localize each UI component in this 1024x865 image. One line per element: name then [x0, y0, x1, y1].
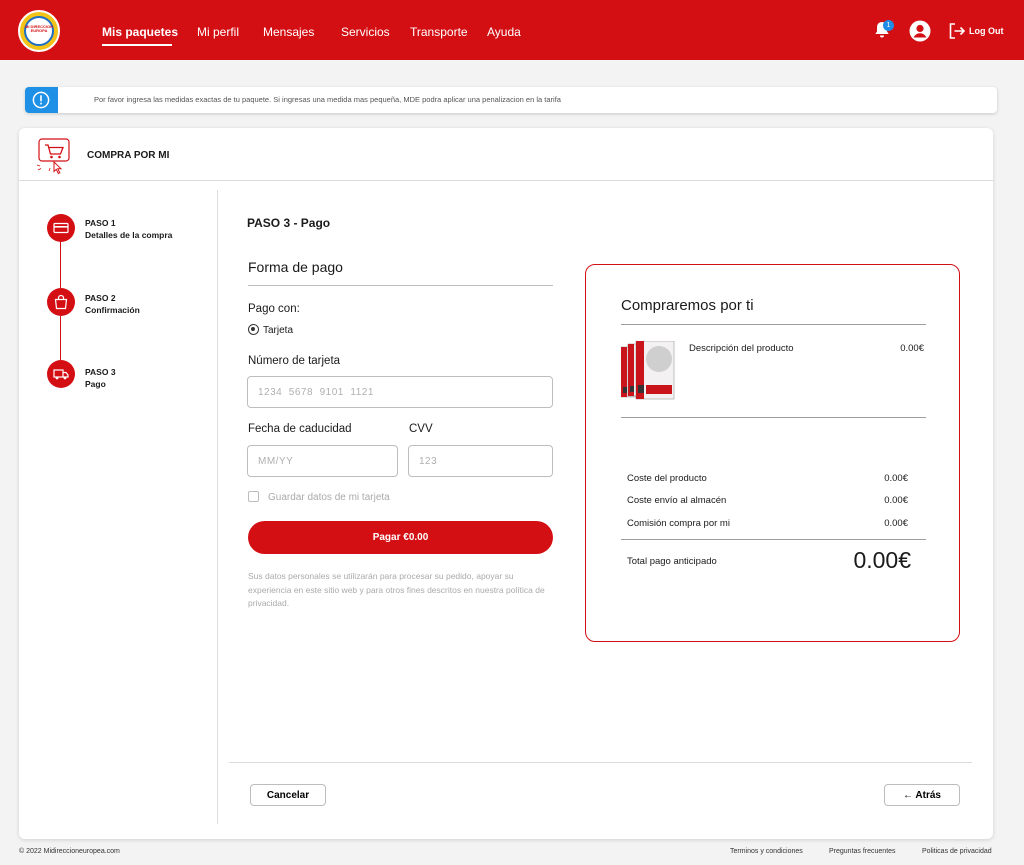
step-1-circle[interactable]: [47, 214, 75, 242]
step-connector: [60, 238, 61, 288]
cvv-input[interactable]: [408, 445, 553, 477]
step-2-circle[interactable]: [47, 288, 75, 316]
card-icon: [53, 222, 69, 234]
expiry-label: Fecha de caducidad: [248, 423, 352, 435]
footer-link-faq[interactable]: Preguntas frecuentes: [829, 848, 896, 855]
step-2-number: PASO 2: [85, 293, 116, 303]
expiry-input[interactable]: [247, 445, 398, 477]
nav-transporte[interactable]: Transporte: [410, 25, 468, 39]
back-button[interactable]: ← Atrás: [884, 784, 960, 806]
product-price: 0.00€: [900, 343, 924, 354]
payment-section-title: Forma de pago: [248, 259, 343, 275]
truck-icon: [53, 369, 69, 380]
nav-mis-paquetes[interactable]: Mis paquetes: [102, 25, 178, 39]
nav-servicios[interactable]: Servicios: [341, 25, 390, 39]
logout-icon[interactable]: [947, 21, 967, 41]
save-card-checkbox[interactable]: [248, 491, 259, 502]
card-radio-label[interactable]: Tarjeta: [263, 325, 293, 336]
notice-banner: Por favor ingresa las medidas exactas de…: [25, 87, 997, 113]
card-number-label: Número de tarjeta: [248, 355, 341, 367]
commission-row-value: 0.00€: [884, 518, 908, 529]
summary-divider: [621, 417, 926, 418]
step-3-number: PASO 3: [85, 367, 116, 377]
step-3-circle[interactable]: [47, 360, 75, 388]
total-value: 0.00€: [853, 547, 911, 573]
save-card-label[interactable]: Guardar datos de mi tarjeta: [268, 492, 390, 503]
total-label: Total pago anticipado: [627, 556, 717, 567]
cart-click-icon: [36, 138, 70, 175]
pay-button[interactable]: Pagar €0.00: [248, 521, 553, 554]
logo-text: MI DIRECCION EUROPA: [25, 24, 53, 33]
summary-divider: [621, 324, 926, 325]
footer-copyright: © 2022 Midireccioneuropea.com: [19, 848, 120, 855]
pay-with-label: Pago con:: [248, 303, 300, 315]
step-2-name: Confirmación: [85, 305, 140, 315]
section-divider: [248, 285, 553, 286]
card-number-input[interactable]: [247, 376, 553, 408]
info-icon: [32, 91, 50, 109]
step-1-number: PASO 1: [85, 218, 116, 228]
cost-row-value: 0.00€: [884, 473, 908, 484]
step-3-name: Pago: [85, 379, 106, 389]
product-image: [621, 341, 675, 400]
nav-mensajes[interactable]: Mensajes: [263, 25, 314, 39]
purchase-card: COMPRA POR MI PASO 1 Detalles de la comp…: [19, 128, 993, 839]
cvv-label: CVV: [409, 423, 433, 435]
nav-ayuda[interactable]: Ayuda: [487, 25, 521, 39]
step-1-name: Detalles de la compra: [85, 230, 173, 240]
notice-text: Por favor ingresa las medidas exactas de…: [94, 95, 561, 104]
actions-divider: [229, 762, 972, 763]
bag-icon: [54, 294, 68, 310]
cost-row-label: Coste del producto: [627, 473, 707, 484]
order-summary: Compraremos por ti Descripción del produ…: [585, 264, 960, 642]
card-radio[interactable]: [248, 324, 259, 335]
card-header-divider: [19, 180, 993, 181]
steps-divider: [217, 190, 218, 824]
user-icon[interactable]: [909, 20, 931, 42]
top-navbar: MI DIRECCION EUROPA Mis paquetes Mi perf…: [0, 0, 1024, 60]
summary-title: Compraremos por ti: [621, 297, 754, 314]
notification-badge: 1: [883, 20, 894, 31]
brand-logo[interactable]: MI DIRECCION EUROPA: [18, 10, 60, 52]
logout-button[interactable]: Log Out: [969, 26, 1004, 36]
step-connector: [60, 316, 61, 360]
cancel-button[interactable]: Cancelar: [250, 784, 326, 806]
nav-active-underline: [102, 44, 172, 46]
summary-divider: [621, 539, 926, 540]
shipping-row-label: Coste envío al almacén: [627, 495, 727, 506]
privacy-text: Sus datos personales se utilizarán para …: [248, 571, 545, 608]
step-title: PASO 3 - Pago: [247, 216, 331, 230]
card-title: COMPRA POR MI: [87, 150, 170, 161]
notice-icon-box: [25, 87, 58, 113]
footer-link-privacy[interactable]: Politicas de privacidad: [922, 848, 992, 855]
shipping-row-value: 0.00€: [884, 495, 908, 506]
nav-mi-perfil[interactable]: Mi perfil: [197, 25, 239, 39]
product-description: Descripción del producto: [689, 343, 794, 354]
commission-row-label: Comisión compra por mi: [627, 518, 730, 529]
footer-link-terms[interactable]: Terminos y condiciones: [730, 848, 803, 855]
